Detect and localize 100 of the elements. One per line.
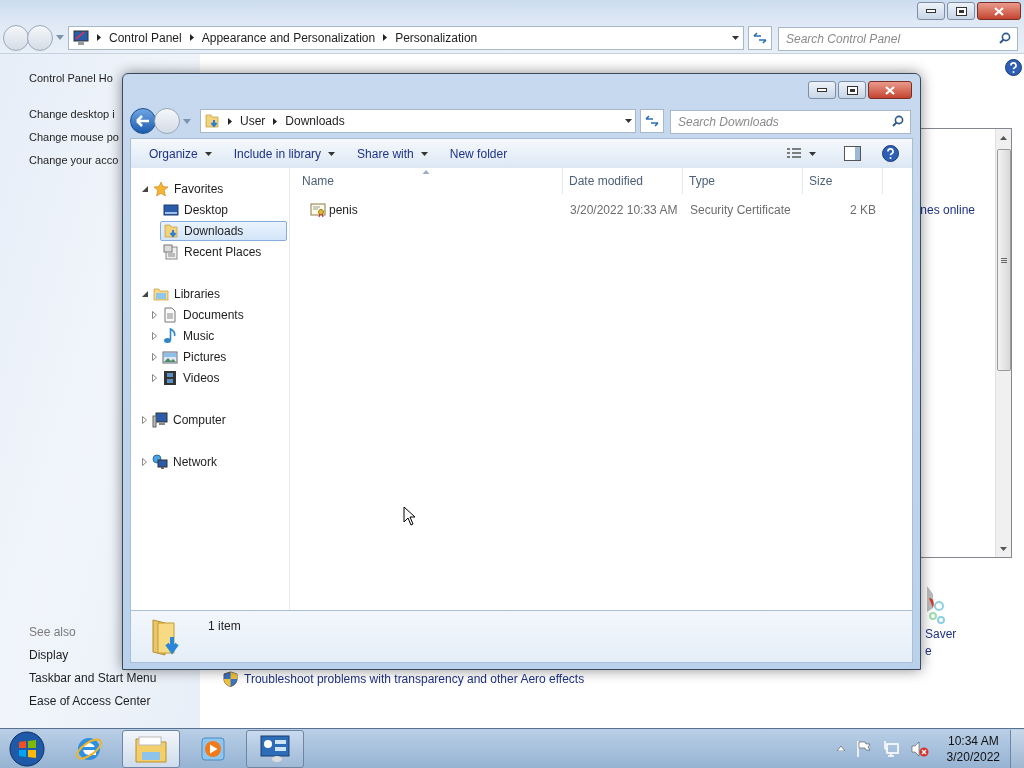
close-icon [885,85,895,95]
address-bar[interactable]: Control Panel Appearance and Personalization Personalization [68,25,744,50]
nav-item[interactable]: Downloads [160,220,287,241]
refresh-button[interactable] [640,109,664,133]
document-icon [162,306,178,323]
nav-item[interactable]: Network [149,451,222,472]
desktop-icon [163,201,179,218]
refresh-button[interactable] [748,25,772,50]
folder-download-icon [204,113,220,129]
show-hidden-icons[interactable] [836,746,845,751]
folder-download-icon [163,222,179,239]
screen-saver-label[interactable]: e [925,643,932,660]
show-desktop-button[interactable] [1010,729,1024,768]
nav-item[interactable]: Documents [159,304,249,325]
minimize-button[interactable] [808,81,836,99]
nav-item[interactable]: Libraries [150,283,226,304]
collapsed-arrow-icon[interactable] [152,331,157,340]
column-header[interactable]: Size [803,168,883,194]
nav-item[interactable]: Computer [149,409,231,430]
collapsed-arrow-icon[interactable] [142,457,147,466]
library-folder-icon [153,285,169,302]
shield-icon [223,671,238,687]
caret-icon [625,119,632,123]
recent-places-icon [163,243,179,260]
back-button[interactable] [130,108,156,134]
sidebar-link[interactable]: Change mouse po [29,129,119,146]
sidebar-link[interactable]: Change your acco [29,152,119,169]
theme-link[interactable]: nes online [920,201,975,219]
search-icon [999,31,1011,44]
sidebar-link[interactable]: Control Panel Ho [29,70,113,87]
clock-time[interactable]: 10:34 AM [947,732,999,749]
close-button[interactable] [868,81,912,99]
help-icon[interactable] [1005,59,1022,76]
network-icon[interactable] [882,740,899,757]
file-row[interactable]: penis 3/20/2022 10:33 AM Security Certificate 2 KB [290,199,883,221]
list-view-icon [787,148,801,159]
collapsed-arrow-icon[interactable] [142,415,147,424]
scroll-thumb[interactable] [996,149,1011,371]
address-bar[interactable]: User Downloads [200,109,636,133]
nav-item[interactable]: Desktop [160,199,234,220]
troubleshoot-link[interactable]: Troubleshoot problems with transparency and other Aero effects [244,670,585,688]
breadcrumb-item[interactable]: Appearance and Personalization [201,28,376,47]
taskbar-button[interactable] [246,729,304,768]
see-also-link[interactable]: Ease of Access Center [29,693,151,710]
minimize-button[interactable] [917,2,945,20]
collapsed-arrow-icon[interactable] [152,310,157,319]
search-field[interactable]: Search Control Panel [778,26,1018,51]
see-also-link[interactable]: Display [29,647,69,664]
screen-saver-label[interactable]: Saver [925,626,957,643]
collapsed-arrow-icon[interactable] [152,373,157,382]
search-field[interactable]: Search Downloads [670,110,911,134]
nav-item[interactable]: Music [159,325,220,346]
file-type: Security Certificate [689,202,792,219]
toolbar-button[interactable]: Organize [140,141,221,166]
breadcrumb-item[interactable]: User [240,112,266,130]
taskbar-button[interactable] [122,729,180,768]
star-icon [153,180,169,197]
refresh-icon [753,31,767,44]
recent-pages-caret-icon [183,118,191,124]
monitor-icon [73,29,89,46]
toolbar-button[interactable]: Include in library [224,141,345,166]
help-button[interactable] [882,145,899,162]
nav-item[interactable]: Recent Places [160,241,267,262]
nav-item[interactable]: Videos [159,367,225,388]
close-icon [994,6,1004,16]
toolbar-button[interactable]: New folder [440,141,517,166]
nav-item[interactable]: Favorites [150,178,229,199]
expanded-arrow-icon[interactable] [142,290,148,297]
see-also-link[interactable]: Taskbar and Start Menu [29,670,157,687]
expanded-arrow-icon[interactable] [142,185,148,192]
close-button[interactable] [977,2,1021,20]
clock-date[interactable]: 3/20/2022 [946,748,1000,765]
flag-icon[interactable] [856,740,871,757]
column-header[interactable]: Date modified [563,168,683,194]
column-header[interactable]: Name [290,168,563,194]
minimize-icon [926,9,936,13]
scrollbar[interactable] [995,129,1011,557]
breadcrumb-item[interactable]: Control Panel [109,28,182,47]
folder-icon [134,733,168,764]
muted-speaker-icon[interactable] [910,740,929,757]
sidebar-link[interactable]: Change desktop i [29,106,115,123]
breadcrumb-item[interactable]: Personalization [395,28,478,47]
sort-arrow-icon [422,170,430,174]
breadcrumb-item[interactable]: Downloads [285,112,345,130]
file-size: 2 KB [849,202,876,219]
column-header[interactable]: Type [683,168,803,194]
file-date: 3/20/2022 10:33 AM [569,202,679,219]
collapsed-arrow-icon[interactable] [152,352,157,361]
scroll-up-icon[interactable] [1000,136,1007,140]
maximize-button[interactable] [947,2,975,20]
computer-icon [152,411,168,428]
window-icon [955,6,967,16]
scroll-down-icon[interactable] [1000,547,1007,551]
nav-item[interactable]: Pictures [159,346,232,367]
forward-button[interactable] [27,24,53,51]
screen-saver-icon[interactable] [925,584,947,626]
chevron-icon [97,34,101,41]
toolbar-button[interactable]: Share with [348,141,437,166]
caret-icon [809,151,816,156]
maximize-button[interactable] [838,81,866,99]
